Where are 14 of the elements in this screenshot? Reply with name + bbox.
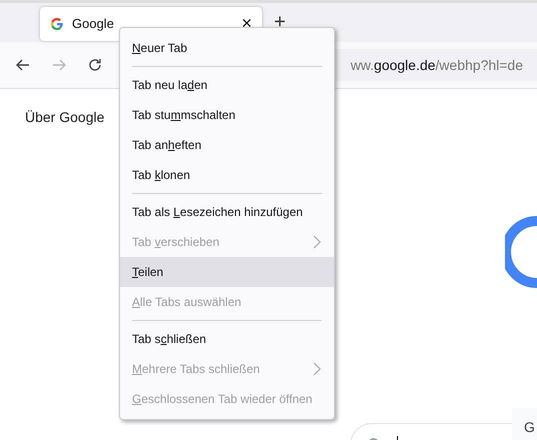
reload-icon[interactable] [87,57,103,73]
logo-ring-icon [505,216,537,288]
menu-item[interactable]: Tab neu laden [120,70,334,100]
about-link[interactable]: Über Google [25,109,104,125]
menu-item[interactable]: Tab als Lesezeichen hinzufügen [120,197,334,227]
menu-item[interactable]: Tab stummschalten [120,100,334,130]
back-icon[interactable] [15,57,31,73]
tab-title: Google [72,16,115,31]
menu-item[interactable]: Tab klonen [120,160,334,190]
menu-item[interactable]: Teilen [120,257,334,287]
search-button[interactable]: G [512,408,537,440]
menu-item[interactable]: Tab anheften [120,130,334,160]
menu-item[interactable]: Tab schließen [120,324,334,354]
g-logo-icon [50,16,64,30]
